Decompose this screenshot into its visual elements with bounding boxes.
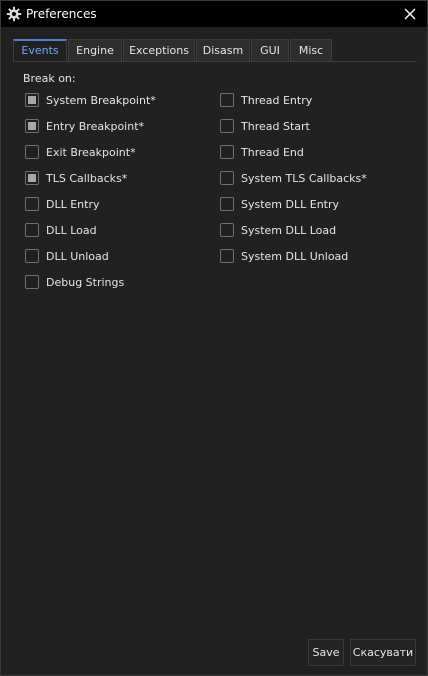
checkbox-label: DLL Entry bbox=[46, 198, 100, 211]
checkbox-label: DLL Unload bbox=[46, 250, 109, 263]
checkbox-box[interactable] bbox=[25, 93, 39, 107]
checkbox-box[interactable] bbox=[220, 171, 234, 185]
checkbox-label: Thread Start bbox=[241, 120, 310, 133]
window-title: Preferences bbox=[26, 7, 97, 21]
checkbox-box[interactable] bbox=[220, 145, 234, 159]
checkbox-box[interactable] bbox=[220, 119, 234, 133]
checkbox-label: Entry Breakpoint* bbox=[46, 120, 145, 133]
checkbox-label: DLL Load bbox=[46, 224, 97, 237]
checkbox-label: System DLL Unload bbox=[241, 250, 349, 263]
checkbox-box[interactable] bbox=[25, 171, 39, 185]
cancel-button[interactable]: Скасувати bbox=[350, 639, 416, 666]
checkbox-box[interactable] bbox=[25, 275, 39, 289]
tab-disasm[interactable]: Disasm bbox=[196, 39, 250, 61]
checkbox-box[interactable] bbox=[220, 197, 234, 211]
tab-engine[interactable]: Engine bbox=[68, 39, 122, 61]
checkbox-label: Debug Strings bbox=[46, 276, 125, 289]
checkbox-label: Thread Entry bbox=[241, 94, 313, 107]
tab-events[interactable]: Events bbox=[13, 39, 67, 61]
checkbox-box[interactable] bbox=[25, 145, 39, 159]
gear-icon bbox=[6, 6, 22, 22]
checkbox-box[interactable] bbox=[25, 119, 39, 133]
checkbox-label: Exit Breakpoint* bbox=[46, 146, 136, 159]
checkbox-box[interactable] bbox=[25, 223, 39, 237]
title-bar[interactable]: Preferences bbox=[1, 1, 427, 27]
checkbox-box[interactable] bbox=[220, 223, 234, 237]
preferences-window: Preferences Events Engine Exceptions Dis… bbox=[0, 0, 428, 676]
checkbox-label: TLS Callbacks* bbox=[46, 172, 128, 185]
checkbox-label: System DLL Load bbox=[241, 224, 337, 237]
tab-exceptions[interactable]: Exceptions bbox=[123, 39, 195, 61]
checkbox-label: System Breakpoint* bbox=[46, 94, 156, 107]
break-on-label: Break on: bbox=[23, 72, 76, 85]
checkbox-label: System DLL Entry bbox=[241, 198, 340, 211]
tab-gui[interactable]: GUI bbox=[251, 39, 289, 61]
close-icon[interactable] bbox=[401, 5, 419, 23]
checkbox-box[interactable] bbox=[220, 249, 234, 263]
checkbox-box[interactable] bbox=[25, 197, 39, 211]
checkbox-label: System TLS Callbacks* bbox=[241, 172, 367, 185]
checkbox-box[interactable] bbox=[25, 249, 39, 263]
save-button[interactable]: Save bbox=[308, 639, 344, 666]
tab-misc[interactable]: Misc bbox=[290, 39, 332, 61]
checkbox-label: Thread End bbox=[241, 146, 304, 159]
checkbox-box[interactable] bbox=[220, 93, 234, 107]
